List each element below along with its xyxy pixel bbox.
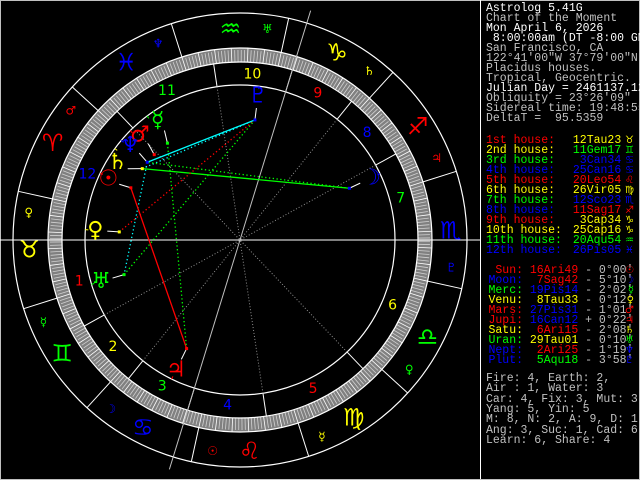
house-number: 6 [388, 297, 397, 313]
sign-ruler-icon: ♆ [153, 36, 164, 50]
planet-position: 5Aqu18 [530, 354, 578, 367]
sagittarius-icon: ♐ [407, 112, 429, 140]
sign-boundary [281, 18, 289, 52]
aspect-line-sun-jupi [131, 188, 187, 349]
sign-boundary [191, 428, 199, 462]
cancer-icon: ♋ [132, 413, 154, 441]
sign-boundary [423, 171, 456, 182]
house-cusp-tick [128, 361, 142, 379]
sign-boundary [18, 191, 52, 199]
house-cusp-tick [347, 352, 363, 369]
planet-row: Plut: 5Aqu18 - 3°58'♇ [486, 356, 636, 366]
sign-ruler-icon: ☉ [207, 444, 218, 458]
sign-ruler-icon: ♄ [364, 64, 375, 78]
house-number: 7 [396, 191, 405, 207]
planet-position-dot [141, 167, 144, 170]
sign-ruler-icon: ♀ [405, 362, 414, 376]
aries-icon: ♈ [42, 129, 64, 157]
house-cusp-tick [337, 101, 351, 119]
house-cusp-line [217, 87, 240, 240]
house-row: 12th house: 26Pis05 ♓ [486, 246, 636, 256]
planet-position-dot [118, 230, 121, 233]
info-panel: Astrolog 5.41G Chart of the Moment Mon A… [480, 0, 640, 479]
sign-boundary [72, 87, 98, 111]
sign-ruler-icon: ♀ [24, 206, 33, 220]
delta-t: DeltaT = 95.5359 [486, 114, 603, 124]
sign-ruler-icon: ♇ [446, 260, 457, 274]
aspect-line-moon-nept [147, 162, 349, 188]
planet-position-dot [129, 186, 132, 189]
house-number: 4 [223, 398, 232, 414]
house-cusp-line [240, 165, 376, 240]
midheaven-line [240, 11, 311, 240]
sign-ruler-icon: ☿ [318, 430, 325, 444]
neptune-icon: ♆ [120, 133, 140, 158]
house-cusp-tick [84, 315, 104, 326]
pisces-icon: ♓ [625, 246, 634, 256]
planet-pointer [255, 108, 256, 120]
sign-ruler-icon: ♅ [262, 22, 273, 36]
uranus-icon: ♅ [91, 269, 111, 294]
pluto-icon: ♇ [248, 84, 268, 109]
house-cusp-line [240, 240, 347, 352]
sign-boundary [382, 369, 408, 393]
house-cusp-line [240, 240, 263, 393]
planet-label: Plut: [486, 356, 523, 366]
sign-ruler-icon: ♂ [65, 104, 76, 118]
house-number: 10 [244, 66, 262, 82]
house-number: 9 [313, 85, 322, 101]
planet-pointer [107, 231, 119, 232]
planet-position-dot [166, 142, 169, 145]
venus-icon: ♀ [87, 218, 103, 243]
pluto-icon: ♇ [625, 356, 634, 366]
house-number: 5 [309, 381, 318, 397]
house-cusp-line [104, 240, 240, 315]
planet-position-dot [153, 153, 156, 156]
planet-position-dot [253, 118, 256, 121]
planet-position-dot [123, 273, 126, 276]
jupiter-icon: ♃ [166, 358, 186, 383]
house-label: 12th house: [486, 246, 566, 256]
gemini-icon: ♊ [52, 340, 74, 368]
house-cusp-tick [263, 393, 266, 416]
house-cusp-value: 26Pis05 [573, 244, 621, 257]
sign-boundary [298, 423, 309, 456]
planet-position-dot [348, 187, 351, 190]
aspect-line-moon-satu [142, 169, 349, 189]
pisces-icon: ♓ [116, 48, 138, 76]
sign-boundary [428, 281, 462, 289]
imum-coeli-line [169, 240, 240, 469]
sign-boundary [24, 298, 57, 309]
planet-pointer [349, 183, 360, 188]
mercury-icon: ☿ [151, 108, 165, 133]
planet-pointer [119, 184, 131, 188]
house-number: 1 [75, 273, 84, 289]
house-number: 2 [108, 339, 117, 355]
planet-position-dot [185, 347, 188, 350]
summary-line: Learn: 6, Share: 4 [486, 436, 636, 446]
house-number: 8 [363, 125, 372, 141]
virgo-icon: ♍ [343, 404, 365, 432]
planet-tick [147, 116, 149, 118]
sign-ruler-icon: ♃ [431, 151, 442, 165]
house-number: 12 [78, 167, 96, 183]
capricorn-icon: ♑ [326, 39, 348, 67]
sign-boundary [171, 24, 182, 57]
planet-position-dot [146, 161, 149, 164]
chart-wheel: ♈♂♉♀♊☿♋☽♌☉♍☿♎♀♏♇♐♃♑♄♒♅♓♆123456789101112☉… [0, 0, 480, 480]
planet-pointer [113, 275, 124, 278]
planet-pointer [164, 131, 167, 144]
sign-ruler-icon: ☿ [40, 315, 47, 329]
house-number: 11 [158, 83, 176, 99]
sign-ruler-icon: ☽ [105, 402, 116, 416]
house-cusp-tick [214, 64, 217, 87]
aspect-line-nept-uran [124, 162, 147, 274]
leo-icon: ♌ [239, 437, 261, 465]
libra-icon: ♎ [417, 323, 439, 351]
moon-icon: ☽ [361, 165, 381, 190]
house-cusp-tick [376, 154, 396, 165]
aquarius-icon: ♒ [220, 15, 242, 43]
house-cusp-line [143, 240, 240, 361]
